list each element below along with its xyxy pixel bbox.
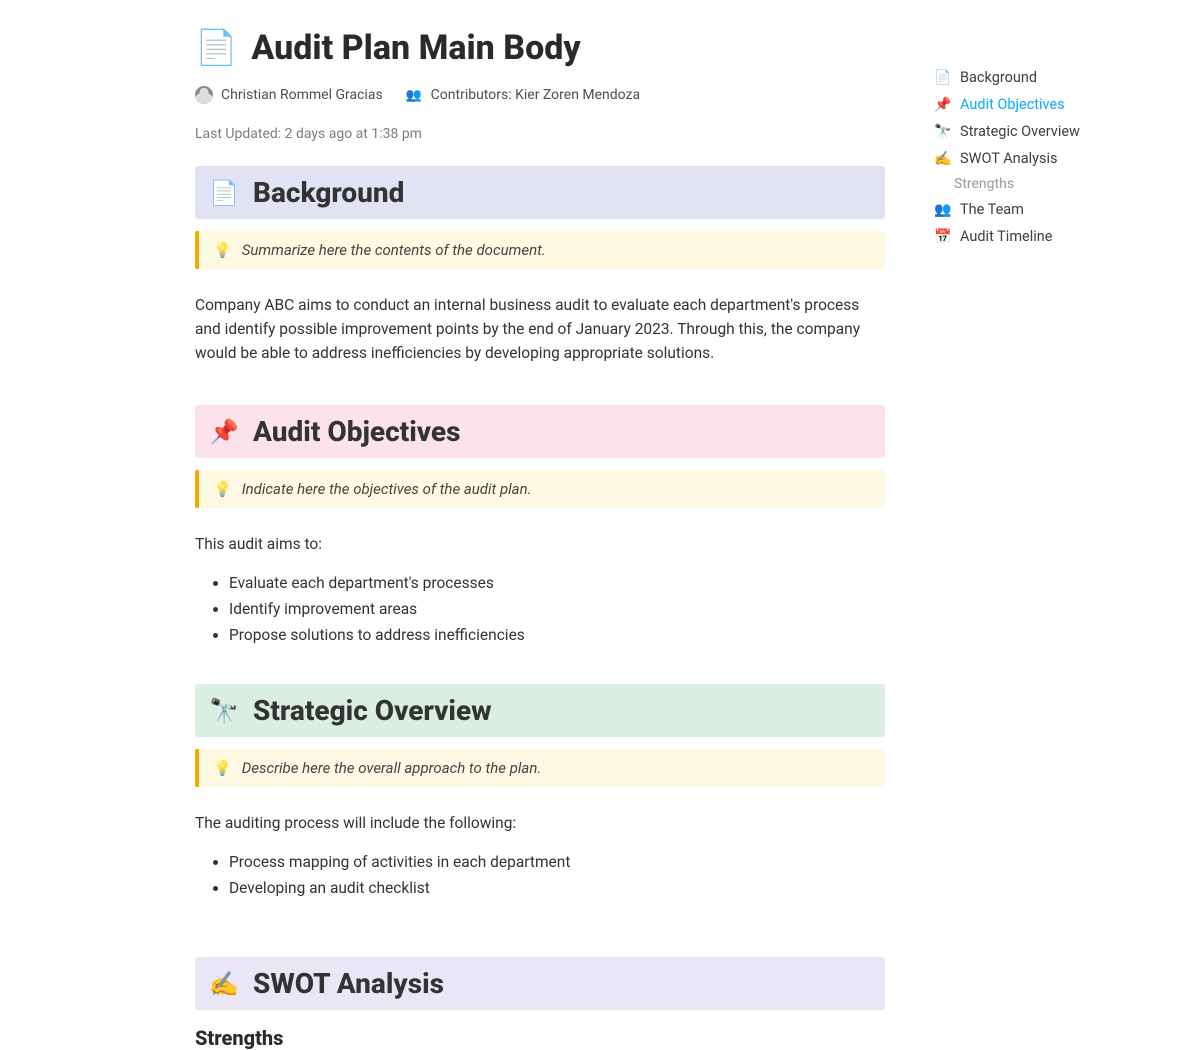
toc-item-background[interactable]: 📄 Background (932, 64, 1152, 91)
toc-icon: 📄 (934, 70, 952, 86)
toc-item-team[interactable]: 👥 The Team (932, 196, 1152, 223)
lightbulb-icon: 💡 (213, 480, 232, 498)
background-callout-text: Summarize here the contents of the docum… (242, 241, 546, 259)
section-header-objectives: 📌 Audit Objectives (195, 405, 885, 458)
toc-item-objectives[interactable]: 📌 Audit Objectives (932, 91, 1152, 118)
toc-label: The Team (960, 201, 1024, 218)
objectives-title: Audit Objectives (253, 415, 460, 448)
toc-icon: 👥 (934, 202, 952, 218)
swot-strengths-heading: Strengths (195, 1026, 885, 1050)
author-block: Christian Rommel Gracias (195, 86, 383, 104)
avatar-icon (195, 86, 213, 104)
objectives-intro: This audit aims to: (195, 532, 885, 556)
list-item: Developing an audit checklist (229, 879, 885, 897)
document-main: 📄 Audit Plan Main Body Christian Rommel … (195, 28, 885, 1050)
strategic-list: Process mapping of activities in each de… (195, 853, 885, 897)
toc-label: Audit Timeline (960, 228, 1052, 245)
contributors-block: 👥 Contributors: Kier Zoren Mendoza (405, 86, 640, 104)
contributors-names: Kier Zoren Mendoza (515, 87, 640, 103)
updated-value: 2 days ago at 1:38 pm (285, 126, 422, 142)
background-body: Company ABC aims to conduct an internal … (195, 293, 885, 365)
objectives-callout-text: Indicate here the objectives of the audi… (242, 480, 532, 498)
toc-label: SWOT Analysis (960, 150, 1057, 167)
section-header-strategic: 🔭 Strategic Overview (195, 684, 885, 737)
list-item: Process mapping of activities in each de… (229, 853, 885, 871)
list-item: Identify improvement areas (229, 600, 885, 618)
strategic-title: Strategic Overview (253, 694, 492, 727)
toc-label: Audit Objectives (960, 96, 1065, 113)
last-updated: Last Updated: 2 days ago at 1:38 pm (195, 126, 422, 142)
list-item: Propose solutions to address inefficienc… (229, 626, 885, 644)
toc-icon: ✍️ (934, 151, 952, 167)
section-header-background: 📄 Background (195, 166, 885, 219)
contributors-icon: 👥 (405, 86, 423, 104)
toc-subitem-strengths[interactable]: Strengths (932, 172, 1152, 196)
objectives-icon: 📌 (209, 420, 239, 444)
background-icon: 📄 (209, 181, 239, 205)
page-title: Audit Plan Main Body (251, 28, 580, 68)
toc-item-strategic[interactable]: 🔭 Strategic Overview (932, 118, 1152, 145)
strategic-icon: 🔭 (209, 699, 239, 723)
page-icon: 📄 (195, 31, 237, 65)
strategic-callout: 💡 Describe here the overall approach to … (195, 749, 885, 787)
swot-title: SWOT Analysis (253, 967, 444, 1000)
strategic-callout-text: Describe here the overall approach to th… (242, 759, 542, 777)
contributors-label: Contributors: (431, 87, 512, 103)
section-header-swot: ✍️ SWOT Analysis (195, 957, 885, 1010)
toc-icon: 📅 (934, 229, 952, 245)
lightbulb-icon: 💡 (213, 241, 232, 259)
toc-item-timeline[interactable]: 📅 Audit Timeline (932, 223, 1152, 250)
swot-icon: ✍️ (209, 972, 239, 996)
toc-label: Strategic Overview (960, 123, 1080, 140)
toc-icon: 🔭 (934, 124, 952, 140)
background-title: Background (253, 176, 404, 209)
updated-label: Last Updated: (195, 126, 281, 142)
background-callout: 💡 Summarize here the contents of the doc… (195, 231, 885, 269)
toc-label: Background (960, 69, 1037, 86)
objectives-callout: 💡 Indicate here the objectives of the au… (195, 470, 885, 508)
toc-sidebar: 📄 Background 📌 Audit Objectives 🔭 Strate… (932, 64, 1152, 250)
page-meta: Christian Rommel Gracias 👥 Contributors:… (195, 86, 885, 142)
strategic-intro: The auditing process will include the fo… (195, 811, 885, 835)
page-title-row: 📄 Audit Plan Main Body (195, 28, 885, 68)
list-item: Evaluate each department's processes (229, 574, 885, 592)
toc-item-swot[interactable]: ✍️ SWOT Analysis (932, 145, 1152, 172)
toc-icon: 📌 (934, 97, 952, 113)
lightbulb-icon: 💡 (213, 759, 232, 777)
author-name: Christian Rommel Gracias (221, 87, 383, 103)
objectives-list: Evaluate each department's processes Ide… (195, 574, 885, 644)
